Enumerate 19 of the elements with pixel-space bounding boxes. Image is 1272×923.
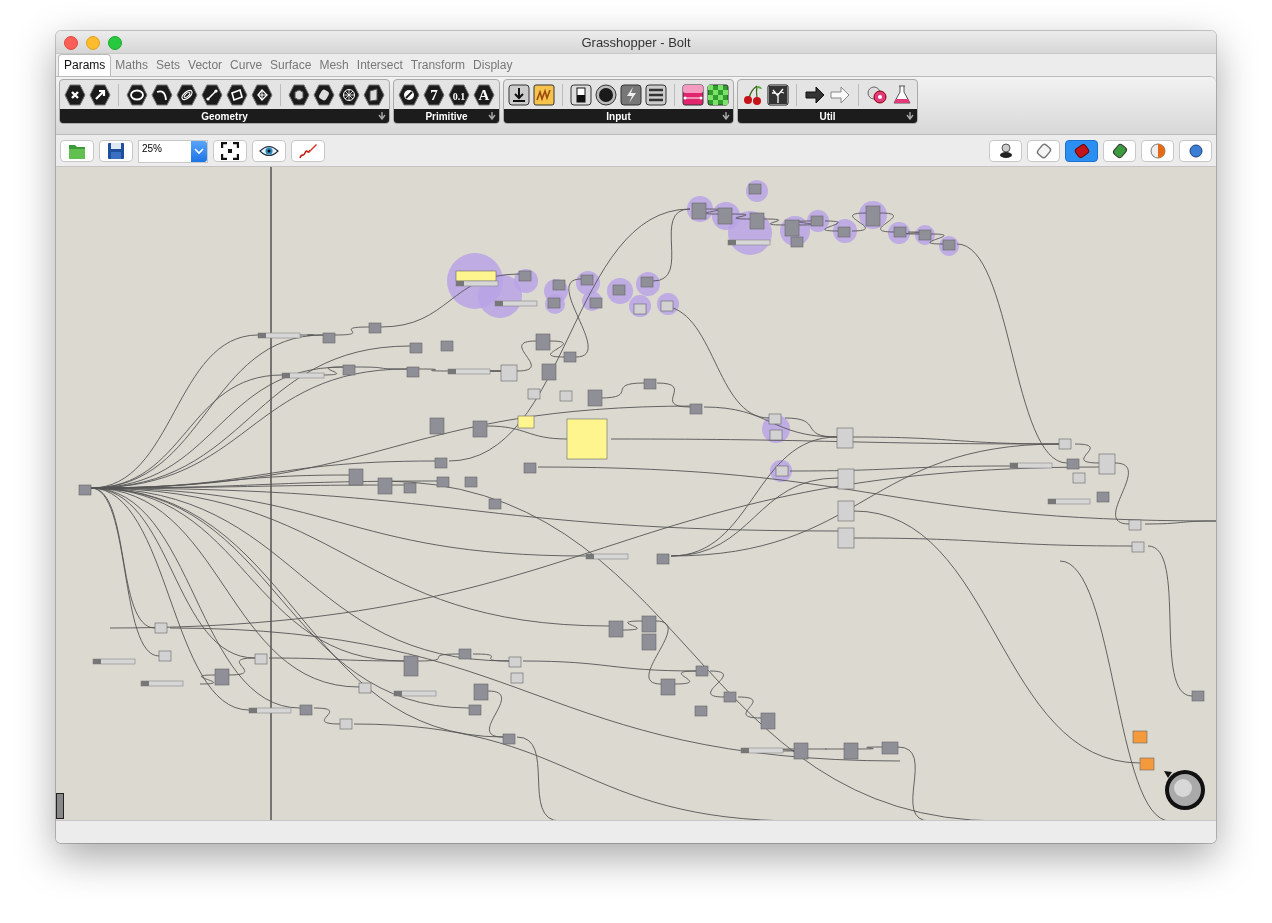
tab[interactable]: Params [58, 54, 112, 76]
tab[interactable]: Sets [152, 55, 185, 76]
tab[interactable]: Surface [266, 55, 316, 76]
glyph-hexagon-icon[interactable]: A [473, 84, 495, 106]
window-title: Grasshopper - Bolt [581, 34, 691, 50]
group-label: Input [606, 110, 631, 122]
tab[interactable]: Vector [184, 55, 227, 76]
group-label: Util [819, 110, 836, 122]
tab[interactable]: Mesh [315, 55, 353, 76]
tab[interactable]: Intersect [352, 55, 407, 76]
tab[interactable]: Curve [226, 55, 267, 76]
glyph-hexagon-icon[interactable]: 0.1 [448, 84, 470, 106]
tab[interactable]: Maths [111, 55, 153, 76]
glyph-hexagon-icon[interactable]: 7 [423, 84, 445, 106]
tab[interactable]: Display [469, 55, 517, 76]
zoom-dropdown[interactable]: 25% [138, 139, 208, 163]
group-label: Geometry [201, 110, 248, 122]
tab[interactable]: Transform [406, 55, 470, 76]
group-label: Primitive [425, 110, 468, 122]
